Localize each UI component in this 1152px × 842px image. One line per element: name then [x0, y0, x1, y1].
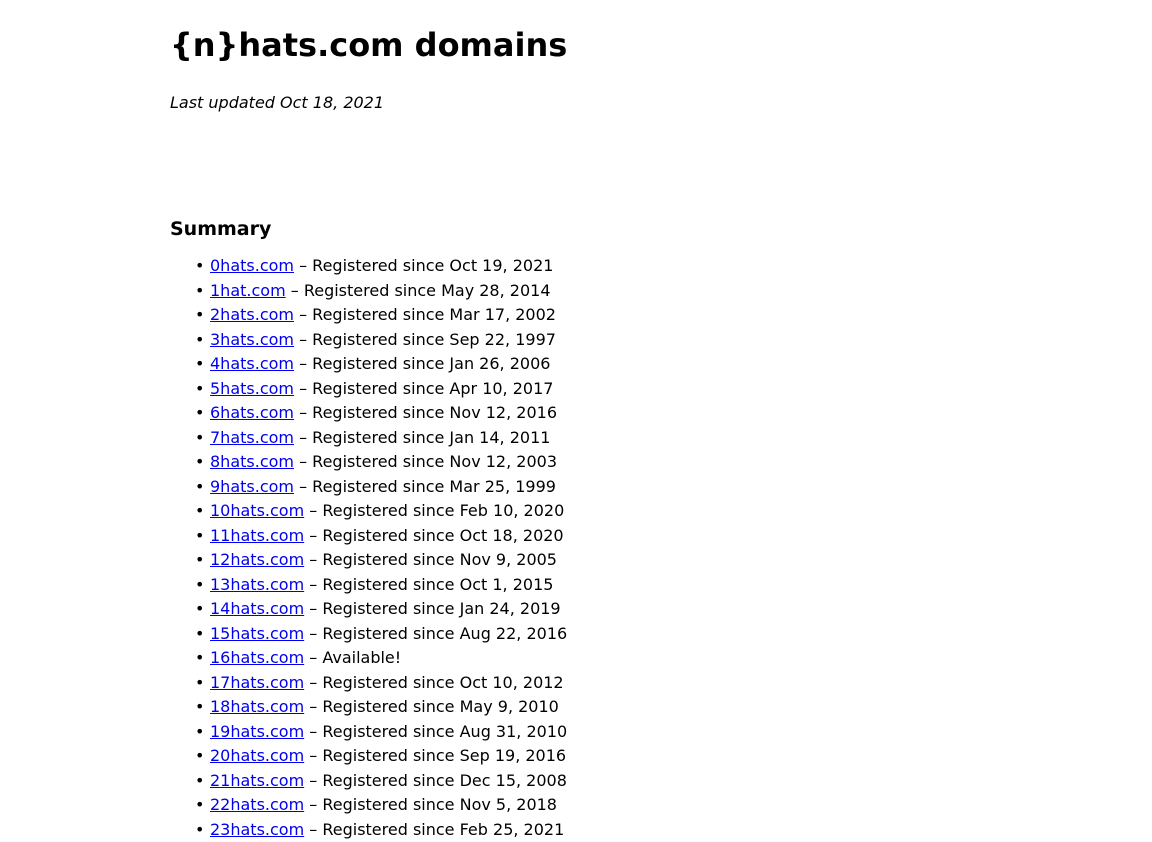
domain-link[interactable]: 7hats.com: [210, 428, 294, 447]
domain-status: – Registered since Nov 9, 2005: [304, 550, 557, 569]
list-item: •17hats.com – Registered since Oct 10, 2…: [210, 671, 1070, 696]
list-item: •13hats.com – Registered since Oct 1, 20…: [210, 573, 1070, 598]
domain-link[interactable]: 15hats.com: [210, 624, 304, 643]
domain-status: – Registered since Aug 22, 2016: [304, 624, 567, 643]
bullet-icon: •: [195, 524, 204, 549]
domain-status: – Registered since Oct 19, 2021: [294, 256, 553, 275]
domain-link[interactable]: 0hats.com: [210, 256, 294, 275]
list-item: •22hats.com – Registered since Nov 5, 20…: [210, 793, 1070, 818]
domain-status: – Registered since Nov 12, 2003: [294, 452, 557, 471]
list-item: •18hats.com – Registered since May 9, 20…: [210, 695, 1070, 720]
last-updated: Last updated Oct 18, 2021: [170, 93, 1070, 113]
domain-status: – Registered since Nov 12, 2016: [294, 403, 557, 422]
domain-status: – Registered since Jan 26, 2006: [294, 354, 550, 373]
bullet-icon: •: [195, 573, 204, 598]
list-item: •20hats.com – Registered since Sep 19, 2…: [210, 744, 1070, 769]
list-item: •4hats.com – Registered since Jan 26, 20…: [210, 352, 1070, 377]
bullet-icon: •: [195, 646, 204, 671]
domain-link[interactable]: 17hats.com: [210, 673, 304, 692]
list-item: •15hats.com – Registered since Aug 22, 2…: [210, 622, 1070, 647]
bullet-icon: •: [195, 401, 204, 426]
domain-status: – Registered since Jan 24, 2019: [304, 599, 560, 618]
domain-link[interactable]: 9hats.com: [210, 477, 294, 496]
bullet-icon: •: [195, 254, 204, 279]
domain-status: – Registered since Sep 22, 1997: [294, 330, 556, 349]
domain-link[interactable]: 14hats.com: [210, 599, 304, 618]
domain-link[interactable]: 12hats.com: [210, 550, 304, 569]
bullet-icon: •: [195, 793, 204, 818]
domain-status: – Registered since Dec 15, 2008: [304, 771, 567, 790]
bullet-icon: •: [195, 450, 204, 475]
domain-status: – Registered since Mar 25, 1999: [294, 477, 556, 496]
domain-link[interactable]: 16hats.com: [210, 648, 304, 667]
list-item: •1hat.com – Registered since May 28, 201…: [210, 279, 1070, 304]
domain-link[interactable]: 8hats.com: [210, 452, 294, 471]
bullet-icon: •: [195, 548, 204, 573]
list-item: •23hats.com – Registered since Feb 25, 2…: [210, 818, 1070, 842]
domain-status: – Registered since May 28, 2014: [286, 281, 551, 300]
bullet-icon: •: [195, 622, 204, 647]
list-item: •12hats.com – Registered since Nov 9, 20…: [210, 548, 1070, 573]
bullet-icon: •: [195, 279, 204, 304]
bullet-icon: •: [195, 499, 204, 524]
bullet-icon: •: [195, 671, 204, 696]
domain-link[interactable]: 4hats.com: [210, 354, 294, 373]
list-item: •19hats.com – Registered since Aug 31, 2…: [210, 720, 1070, 745]
domain-status: – Registered since Aug 31, 2010: [304, 722, 567, 741]
domain-status: – Registered since Oct 10, 2012: [304, 673, 563, 692]
bullet-icon: •: [195, 377, 204, 402]
domain-status: – Registered since Nov 5, 2018: [304, 795, 557, 814]
domain-status: – Registered since Oct 18, 2020: [304, 526, 563, 545]
domain-link[interactable]: 20hats.com: [210, 746, 304, 765]
bullet-icon: •: [195, 769, 204, 794]
summary-heading: Summary: [170, 217, 1070, 241]
list-item: •6hats.com – Registered since Nov 12, 20…: [210, 401, 1070, 426]
domain-status: – Registered since Jan 14, 2011: [294, 428, 550, 447]
domain-status: – Registered since Mar 17, 2002: [294, 305, 556, 324]
bullet-icon: •: [195, 744, 204, 769]
list-item: •16hats.com – Available!: [210, 646, 1070, 671]
domain-link[interactable]: 2hats.com: [210, 305, 294, 324]
list-item: •11hats.com – Registered since Oct 18, 2…: [210, 524, 1070, 549]
bullet-icon: •: [195, 475, 204, 500]
list-item: •0hats.com – Registered since Oct 19, 20…: [210, 254, 1070, 279]
domain-status: – Registered since Sep 19, 2016: [304, 746, 566, 765]
list-item: •7hats.com – Registered since Jan 14, 20…: [210, 426, 1070, 451]
bullet-icon: •: [195, 818, 204, 842]
domain-status: – Registered since May 9, 2010: [304, 697, 559, 716]
page-content: {n}hats.com domains Last updated Oct 18,…: [170, 0, 1070, 842]
bullet-icon: •: [195, 695, 204, 720]
domain-link[interactable]: 5hats.com: [210, 379, 294, 398]
domain-link[interactable]: 13hats.com: [210, 575, 304, 594]
bullet-icon: •: [195, 328, 204, 353]
domain-link[interactable]: 21hats.com: [210, 771, 304, 790]
domain-link[interactable]: 6hats.com: [210, 403, 294, 422]
domain-list: • 0hats.com – Registered since Oct 19, 20…: [170, 254, 1070, 842]
domain-link[interactable]: 19hats.com: [210, 722, 304, 741]
domain-status: – Registered since Oct 1, 2015: [304, 575, 553, 594]
list-item: •5hats.com – Registered since Apr 10, 20…: [210, 377, 1070, 402]
list-item: •8hats.com – Registered since Nov 12, 20…: [210, 450, 1070, 475]
bullet-icon: •: [195, 352, 204, 377]
bullet-icon: •: [195, 303, 204, 328]
list-item: •21hats.com – Registered since Dec 15, 2…: [210, 769, 1070, 794]
bullet-icon: •: [195, 426, 204, 451]
page-title: {n}hats.com domains: [170, 25, 1070, 65]
domain-link[interactable]: 3hats.com: [210, 330, 294, 349]
list-item: •10hats.com – Registered since Feb 10, 2…: [210, 499, 1070, 524]
list-item: •14hats.com – Registered since Jan 24, 2…: [210, 597, 1070, 622]
domain-status: – Registered since Feb 10, 2020: [304, 501, 564, 520]
bullet-icon: •: [195, 720, 204, 745]
bullet-icon: •: [195, 597, 204, 622]
list-item: •2hats.com – Registered since Mar 17, 20…: [210, 303, 1070, 328]
domain-link[interactable]: 11hats.com: [210, 526, 304, 545]
domain-link[interactable]: 18hats.com: [210, 697, 304, 716]
domain-link[interactable]: 10hats.com: [210, 501, 304, 520]
domain-status: – Registered since Apr 10, 2017: [294, 379, 553, 398]
list-item: •3hats.com – Registered since Sep 22, 19…: [210, 328, 1070, 353]
domain-link[interactable]: 22hats.com: [210, 795, 304, 814]
list-item: •9hats.com – Registered since Mar 25, 19…: [210, 475, 1070, 500]
domain-status: – Available!: [304, 648, 401, 667]
domain-link[interactable]: 1hat.com: [210, 281, 286, 300]
